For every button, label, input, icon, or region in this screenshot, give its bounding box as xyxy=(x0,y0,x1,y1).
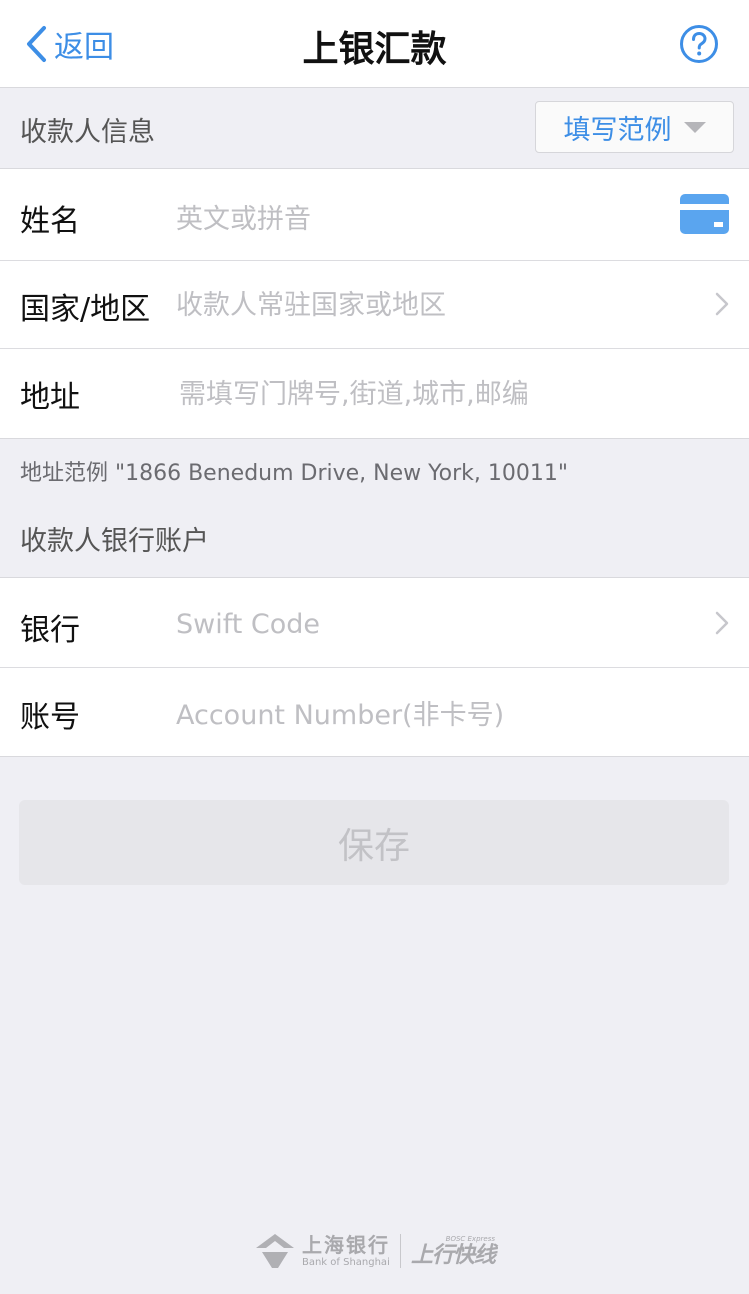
account-row: 账号 xyxy=(0,667,749,756)
bank-form-group: 银行 账号 xyxy=(0,577,749,757)
bank-name-en: Bank of Shanghai xyxy=(301,1256,390,1268)
account-number-input[interactable] xyxy=(176,695,669,735)
express-name-en: BOSC Express xyxy=(445,1234,495,1243)
address-row: 地址 xyxy=(0,348,749,438)
express-name-cn: 上行快线 xyxy=(410,1242,496,1268)
footer-divider xyxy=(399,1234,401,1268)
payee-section-title: 收款人信息 xyxy=(20,117,155,148)
fill-sample-label: 填写范例 xyxy=(563,114,672,146)
address-example-note: 地址范例 "1866 Benedum Drive, New York, 1001… xyxy=(0,439,749,499)
name-input[interactable] xyxy=(176,199,669,239)
bank-section-header: 收款人银行账户 xyxy=(0,499,749,577)
account-label: 账号 xyxy=(20,700,80,735)
save-button[interactable]: 保存 xyxy=(19,800,729,885)
chevron-right-icon xyxy=(715,292,729,316)
payee-form-group: 姓名 国家/地区 地址 xyxy=(0,168,749,439)
chevron-right-icon xyxy=(715,611,729,635)
help-icon[interactable] xyxy=(679,24,719,64)
page-title: 上银汇款 xyxy=(302,29,447,70)
country-label: 国家/地区 xyxy=(20,292,151,327)
nav-bar: 返回 上银汇款 xyxy=(0,0,749,88)
bank-name-cn: 上海银行 xyxy=(301,1232,390,1257)
country-field[interactable] xyxy=(176,285,669,325)
bank-section-title: 收款人银行账户 xyxy=(20,526,209,557)
country-row[interactable]: 国家/地区 xyxy=(0,260,749,348)
address-label: 地址 xyxy=(20,380,80,415)
triangle-down-icon xyxy=(683,121,706,133)
payee-section-header: 收款人信息 填写范例 xyxy=(0,88,749,168)
name-label: 姓名 xyxy=(20,204,80,239)
footer-logo: 上海银行 Bank of Shanghai BOSC Express 上行快线 xyxy=(0,1232,749,1270)
card-icon[interactable] xyxy=(680,194,729,234)
address-example-text: 地址范例 "1866 Benedum Drive, New York, 1001… xyxy=(20,461,569,486)
bank-row[interactable]: 银行 xyxy=(0,578,749,667)
address-input[interactable] xyxy=(179,374,669,414)
name-row: 姓名 xyxy=(0,169,749,260)
fill-sample-button[interactable]: 填写范例 xyxy=(535,101,734,153)
bank-emblem-icon xyxy=(255,1234,294,1268)
bank-label: 银行 xyxy=(20,613,80,648)
bank-logo: 上海银行 Bank of Shanghai xyxy=(254,1232,390,1270)
swift-code-field[interactable] xyxy=(176,604,669,644)
express-logo: BOSC Express 上行快线 xyxy=(410,1234,496,1268)
